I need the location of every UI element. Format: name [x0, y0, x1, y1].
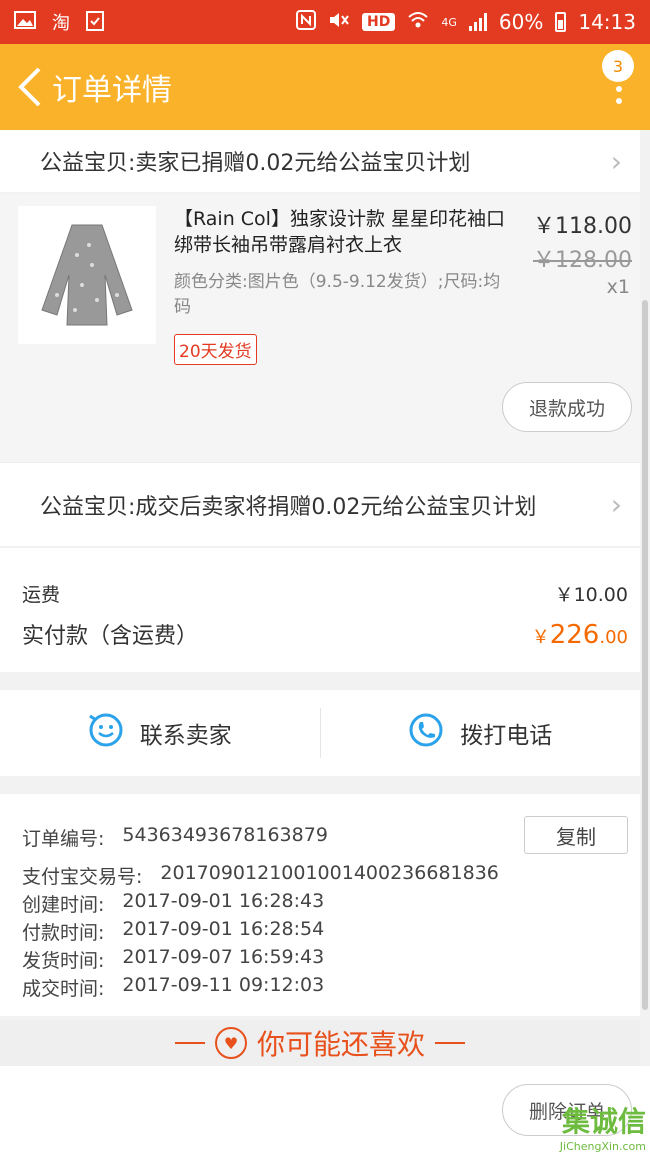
back-arrow-icon[interactable] [10, 57, 50, 117]
contact-seller-label: 联系卖家 [139, 723, 232, 749]
clock: 14:13 [578, 10, 636, 34]
recommend-title: 你可能还喜欢 [256, 1028, 425, 1061]
chat-face-icon [88, 712, 124, 754]
product-quantity: x1 [606, 276, 630, 298]
paid-time-row: 付款时间: 2017-09-01 16:28:54 [22, 918, 325, 944]
page-title: 订单详情 [52, 73, 172, 108]
charity-pledge-row[interactable]: 公益宝贝:成交后卖家将捐赠0.02元给公益宝贝计划 › [0, 462, 640, 546]
recommend-header: ♥ 你可能还喜欢 [0, 1020, 640, 1066]
shipped-time-row: 发货时间: 2017-09-07 16:59:43 [22, 946, 325, 972]
total-paid-value: ￥226.00 [531, 620, 628, 650]
status-bar: 淘 HD 4G 60% 14:13 [0, 0, 650, 44]
alipay-trade-row: 支付宝交易号: 2017090121001001400236681836 [22, 862, 499, 888]
order-product-item[interactable]: 【Rain Col】独家设计款 星星印花袖口绑带长袖吊带露肩衬衣上衣 颜色分类:… [0, 194, 640, 462]
shipping-fee-label: 运费 [22, 584, 61, 606]
call-phone-label: 拨打电话 [460, 723, 553, 749]
heart-icon: ♥ [214, 1027, 247, 1059]
charity-donated-text: 公益宝贝:卖家已捐赠0.02元给公益宝贝计划 [40, 151, 471, 176]
contact-seller-button[interactable]: 联系卖家 [0, 690, 320, 776]
product-original-price: ￥128.00 [533, 248, 632, 273]
payment-summary: 运费 ￥10.00 实付款（含运费） ￥226.00 [0, 548, 640, 672]
nfc-icon [296, 9, 317, 35]
product-sku: 颜色分类:图片色（9.5-9.12发货）;尺码:均码 [174, 272, 501, 317]
divider [435, 1042, 465, 1044]
divider [174, 1042, 205, 1044]
mute-icon [328, 10, 350, 35]
created-time-row: 创建时间: 2017-09-01 16:28:43 [22, 890, 325, 916]
order-info-panel: 订单编号: 54363493678163879 复制 支付宝交易号: 20170… [0, 794, 640, 1016]
chevron-right-icon: › [610, 488, 622, 521]
bottom-action-bar: 删除订单 集诚信 JiChengXin.com [0, 1066, 650, 1155]
watermark-logo: 集诚信 JiChengXin.com [559, 1105, 646, 1153]
chevron-right-icon: › [610, 144, 622, 178]
battery-percent: 60% [498, 10, 544, 34]
contact-bar: 联系卖家 拨打电话 [0, 690, 640, 776]
product-price: ￥118.00 [533, 214, 632, 239]
product-title[interactable]: 【Rain Col】独家设计款 星星印花袖口绑带长袖吊带露肩衬衣上衣 [174, 206, 514, 258]
shipping-time-tag: 20天发货 [174, 334, 257, 365]
refund-status-button[interactable]: 退款成功 [502, 382, 632, 432]
shipping-fee-value: ￥10.00 [554, 584, 628, 606]
clipboard-icon [86, 9, 104, 36]
product-image[interactable] [18, 206, 156, 344]
hd-badge: HD [362, 13, 396, 31]
total-paid-label: 实付款（含运费） [22, 624, 199, 649]
completed-time-row: 成交时间: 2017-09-11 09:12:03 [22, 974, 325, 1000]
copy-order-number-button[interactable]: 复制 [524, 816, 628, 854]
network-type: 4G [441, 15, 457, 29]
alipay-trade-number: 2017090121001001400236681836 [160, 862, 499, 884]
signal-icon [468, 13, 487, 31]
order-number: 54363493678163879 [122, 824, 328, 846]
message-count-badge: 3 [602, 50, 634, 82]
scrollbar[interactable] [642, 300, 648, 1010]
nav-bar: 订单详情 3 [0, 44, 650, 130]
battery-icon [555, 12, 567, 32]
taobao-icon: 淘 [52, 13, 70, 34]
order-number-row: 订单编号: 54363493678163879 [22, 824, 328, 850]
charity-pledge-text: 公益宝贝:成交后卖家将捐赠0.02元给公益宝贝计划 [40, 494, 537, 520]
call-phone-button[interactable]: 拨打电话 [321, 690, 641, 776]
charity-donated-row[interactable]: 公益宝贝:卖家已捐赠0.02元给公益宝贝计划 › [0, 130, 640, 192]
gallery-icon [14, 10, 36, 34]
phone-icon [408, 712, 444, 754]
wifi-icon [407, 10, 429, 34]
